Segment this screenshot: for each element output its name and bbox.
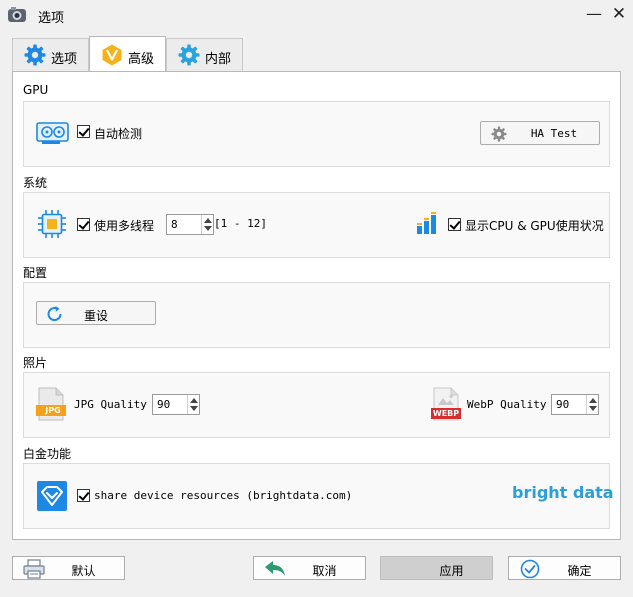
config-group: 重设 [23,282,610,348]
gpu-section-title: GPU [23,83,49,97]
gpu-group: 自动检测 HA Test [23,101,610,167]
platinum-section-title: 白金功能 [23,447,72,461]
arrow-up-icon[interactable] [204,218,212,223]
tab-advanced-label: 高级 [128,52,155,67]
gear-icon [24,44,46,66]
brightdata-logo[interactable]: bright data [512,483,614,502]
show-usage-label: 显示CPU & GPU使用状况 [465,219,604,233]
jpg-file-icon [36,387,66,421]
platinum-group: share device resources (brightdata.com) … [23,463,614,529]
tab-internal-label: 内部 [205,52,232,67]
show-usage-checkbox[interactable] [448,218,461,231]
stepper-arrows[interactable] [187,395,199,414]
multithread-checkbox[interactable] [77,218,90,231]
cancel-label: 取消 [312,564,337,578]
graphics-card-icon [36,122,69,144]
badge-icon [102,44,122,66]
thread-count-stepper[interactable]: 8 [166,214,214,235]
jpg-quality-stepper[interactable]: 90 [152,394,200,415]
reset-label: 重设 [83,309,108,323]
ha-test-button[interactable]: HA Test [480,121,600,145]
cpu-chip-icon [38,210,66,238]
arrow-down-icon[interactable] [204,226,212,231]
reset-button[interactable]: 重设 [36,301,156,325]
cancel-button[interactable]: 取消 [253,556,366,580]
webp-quality-stepper[interactable]: 90 [551,394,599,415]
config-section-title: 配置 [23,266,48,280]
system-group: 使用多线程 8 [1 - 12] 显示CPU & GPU使用状况 [23,192,610,258]
multithread-label: 使用多线程 [94,219,155,233]
usage-bars-icon [417,212,436,234]
webp-quality-label: WebP Quality [467,398,547,411]
system-section-title: 系统 [23,176,48,190]
thread-range-label: [1 - 12] [214,217,267,230]
tab-internal[interactable]: 内部 [166,38,243,71]
share-resources-label: share device resources (brightdata.com) [94,489,353,502]
arrow-up-icon[interactable] [589,398,597,403]
auto-detect-label: 自动检测 [94,127,143,141]
jpg-icon-text: JPG [45,406,61,415]
webp-icon-text: WEBP [432,409,460,418]
tab-advanced[interactable]: 高级 [89,36,166,71]
default-label: 默认 [71,564,96,578]
ok-label: 确定 [567,564,592,578]
photo-section-title: 照片 [23,356,48,370]
advanced-panel: GPU 自动检测 HA Test 系统 使用多线程 8 [1 - 12] 显示C… [12,71,621,540]
auto-detect-checkbox[interactable] [77,125,90,138]
thread-count-value: 8 [171,218,178,231]
apply-button[interactable]: 应用 [380,556,493,580]
ok-button[interactable]: 确定 [508,556,621,580]
close-button[interactable]: ✕ [603,0,633,30]
tab-options-label: 选项 [51,52,78,67]
window-title: 选项 [38,11,65,26]
jpg-quality-value: 90 [157,398,171,411]
app-icon [8,7,26,22]
arrow-down-icon[interactable] [190,406,198,411]
title-bar: 选项 — ✕ [0,0,633,30]
stepper-arrows[interactable] [201,215,213,234]
gear-icon [178,44,200,66]
tab-options[interactable]: 选项 [12,38,89,71]
stepper-arrows[interactable] [586,395,598,414]
vip-badge-icon [37,481,67,511]
arrow-up-icon[interactable] [190,398,198,403]
ha-test-label: HA Test [530,127,578,140]
jpg-quality-label: JPG Quality [74,398,147,411]
default-button[interactable]: 默认 [12,556,125,580]
apply-label: 应用 [439,564,464,578]
webp-quality-value: 90 [556,398,570,411]
share-resources-checkbox[interactable] [77,489,90,502]
photo-group: JPG JPG Quality 90 WEBP WebP Quality 90 [23,372,610,438]
arrow-down-icon[interactable] [589,406,597,411]
